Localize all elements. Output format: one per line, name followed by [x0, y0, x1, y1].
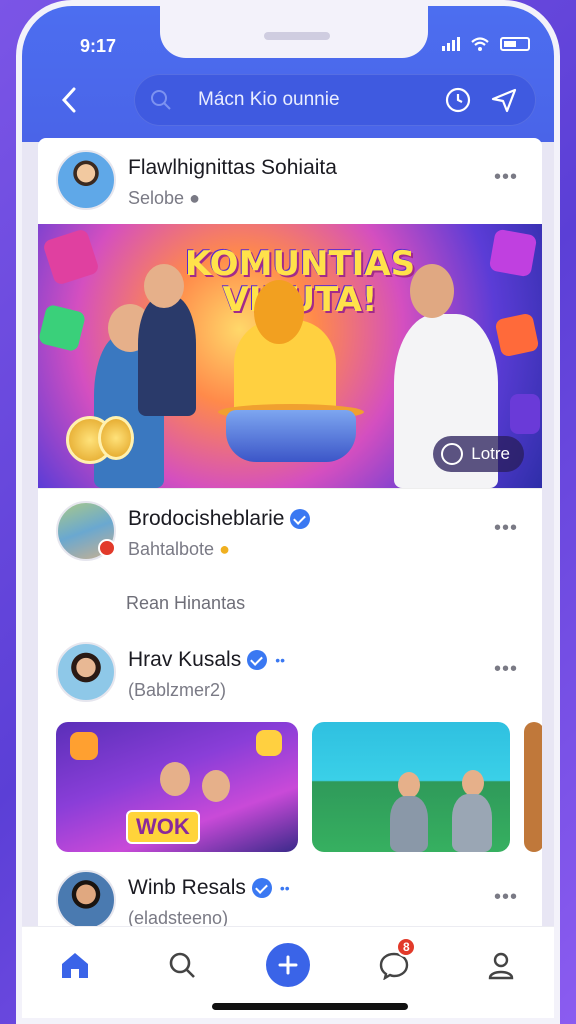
verified-icon: [247, 650, 268, 670]
post-caption: Rean Hinantas: [126, 593, 246, 613]
status-icons: [442, 36, 530, 52]
verified-icon: [290, 509, 311, 529]
more-options-icon[interactable]: •••: [494, 886, 518, 909]
cube-decoration: [256, 730, 282, 756]
nav-add[interactable]: [258, 941, 318, 989]
post-subtitle: (Bablzmer2): [128, 680, 227, 700]
avatar-badge: [98, 539, 116, 557]
home-indicator: [212, 1003, 408, 1010]
battery-icon: [500, 37, 530, 51]
post: Hrav Kusals •• (Bablzmer2) ••• WOK: [38, 630, 542, 858]
post-author[interactable]: Flawlhignittas Sohiaita: [128, 156, 337, 180]
cube-decoration: [38, 303, 87, 353]
person-head: [410, 264, 454, 318]
avatar[interactable]: [56, 870, 116, 930]
media-thumbnail[interactable]: WOK: [56, 722, 298, 852]
feed: Flawlhignittas Sohiaita Selobe ● ••• KOM…: [38, 138, 542, 938]
avatar[interactable]: [56, 150, 116, 210]
nav-chat[interactable]: 8: [364, 937, 424, 989]
search-text: Mácn Kio ounnie: [198, 89, 340, 110]
person-head: [254, 280, 304, 344]
media-carousel[interactable]: WOK: [56, 722, 542, 852]
nav-search[interactable]: [152, 941, 212, 989]
post: Brodocisheblarie Bahtalbote ● ••• Rean H…: [38, 488, 542, 630]
more-dots-icon: ••: [279, 880, 290, 896]
more-options-icon[interactable]: •••: [494, 517, 518, 540]
post-author[interactable]: Hrav Kusals ••: [128, 648, 285, 672]
avatar[interactable]: [56, 501, 116, 561]
cube-decoration: [510, 394, 540, 434]
person-figure: [138, 296, 196, 416]
back-button[interactable]: [60, 86, 78, 120]
verified-icon: [251, 878, 272, 898]
chevron-left-icon: [61, 87, 76, 113]
cube-decoration: [488, 228, 538, 278]
home-icon: [62, 953, 89, 978]
search-icon: [169, 952, 195, 978]
more-dots-icon: ••: [275, 652, 286, 668]
wok-sign: WOK: [126, 810, 200, 844]
top-bar: 9:17 Mácn Kio ounnie: [22, 6, 554, 142]
coin-decoration: [98, 416, 134, 460]
post-subtitle: Bahtalbote ●: [128, 539, 230, 559]
signal-icon: [442, 37, 460, 51]
person-figure: [452, 794, 492, 852]
banner-button-label: Lotre: [471, 444, 510, 463]
nav-profile[interactable]: [471, 941, 531, 989]
profile-icon: [488, 952, 513, 980]
comment-icon: [441, 443, 464, 465]
person-figure: [390, 796, 428, 852]
more-options-icon[interactable]: •••: [494, 166, 518, 189]
notch: [160, 6, 428, 58]
add-icon: [265, 943, 310, 987]
more-options-icon[interactable]: •••: [494, 658, 518, 681]
nav-home[interactable]: [45, 941, 105, 989]
banner-comment-button[interactable]: Lotre: [433, 436, 524, 472]
emoji-icon: ●: [219, 539, 230, 559]
post-subtitle: Selobe ●: [128, 188, 200, 208]
search-bar[interactable]: Mácn Kio ounnie: [134, 74, 536, 126]
post-author[interactable]: Brodocisheblarie: [128, 507, 311, 531]
search-icon: [151, 90, 171, 110]
chat-badge: 8: [396, 937, 417, 957]
person-head: [202, 770, 230, 802]
clock-icon[interactable]: [444, 86, 472, 114]
wifi-icon: [471, 37, 489, 51]
cube-decoration: [494, 312, 540, 358]
phone-frame: 9:17 Mácn Kio ounnie Flawlhignittas Sohi…: [16, 0, 560, 1024]
person-head: [462, 770, 484, 796]
person-head: [144, 264, 184, 308]
pot: [226, 410, 356, 462]
post-author[interactable]: Winb Resals ••: [128, 876, 290, 900]
cube-decoration: [70, 732, 98, 760]
send-icon[interactable]: [490, 86, 518, 114]
person-head: [398, 772, 420, 798]
status-time: 9:17: [80, 36, 117, 56]
post-banner-image[interactable]: KOMUNTIAS VIBUTA! Lotre: [38, 224, 542, 488]
emoji-icon: ●: [189, 188, 200, 208]
person-head: [160, 762, 190, 796]
media-thumbnail[interactable]: [524, 722, 542, 852]
cube-decoration: [42, 228, 100, 286]
avatar[interactable]: [56, 642, 116, 702]
post-header: Flawlhignittas Sohiaita Selobe ● •••: [38, 138, 542, 224]
media-thumbnail[interactable]: [312, 722, 510, 852]
